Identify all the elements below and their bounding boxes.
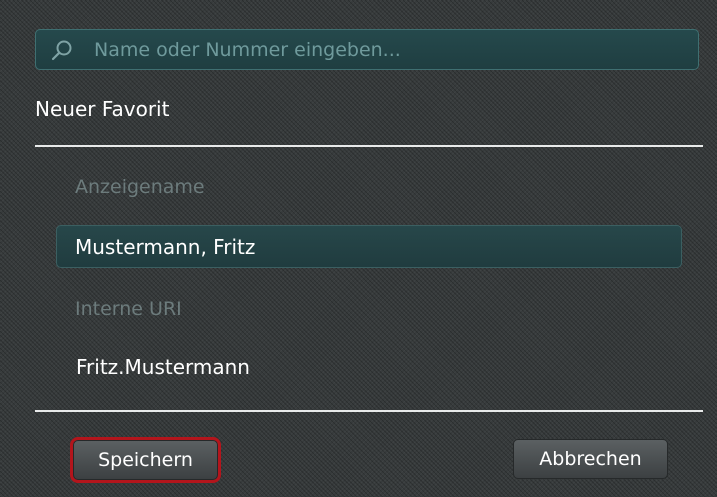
cancel-button[interactable]: Abbrechen [513, 439, 668, 479]
divider-bottom [35, 410, 703, 412]
internal-uri-label: Interne URI [75, 298, 182, 320]
display-name-field[interactable] [56, 225, 682, 268]
internal-uri-value: Fritz.Mustermann [76, 355, 250, 379]
search-icon [50, 39, 74, 63]
divider-top [35, 145, 703, 147]
save-button[interactable]: Speichern [70, 437, 221, 483]
search-box[interactable] [35, 29, 699, 70]
form-title: Neuer Favorit [35, 97, 170, 121]
display-name-label: Anzeigename [75, 176, 205, 198]
search-input[interactable] [94, 30, 684, 69]
